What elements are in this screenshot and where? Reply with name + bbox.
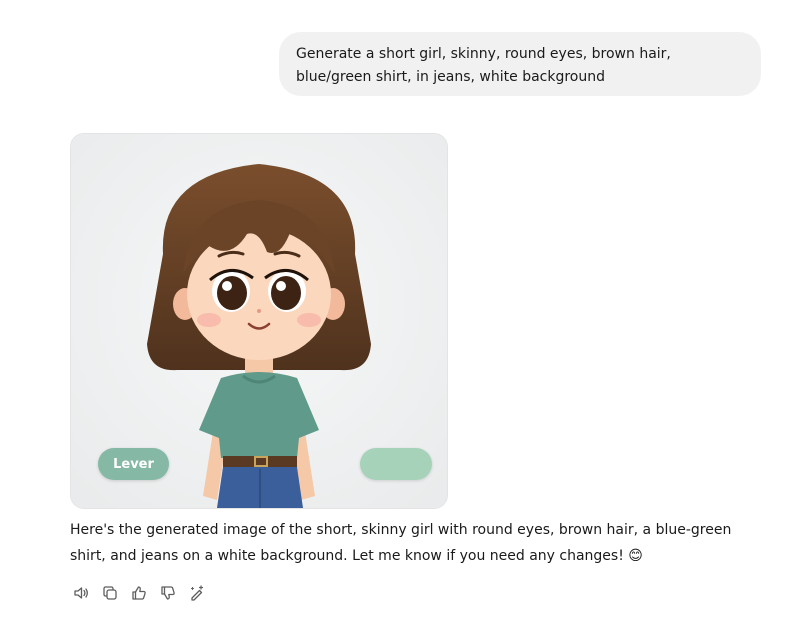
watermark-label: Lever xyxy=(113,456,154,472)
message-actions xyxy=(72,584,206,602)
smile-emoji-icon: 😊 xyxy=(628,548,643,564)
edit-image-button[interactable] xyxy=(188,584,206,602)
thumbs-down-icon xyxy=(161,586,175,600)
copy-icon xyxy=(103,586,117,600)
copy-button[interactable] xyxy=(101,584,119,602)
user-message-text: Generate a short girl, skinny, round eye… xyxy=(296,46,671,85)
image-overlay-button[interactable] xyxy=(360,448,432,480)
watermark-button[interactable]: Lever xyxy=(98,448,169,480)
good-response-button[interactable] xyxy=(130,584,148,602)
read-aloud-button[interactable] xyxy=(72,584,90,602)
generated-image[interactable]: Lever xyxy=(70,133,448,509)
edit-sparkle-icon xyxy=(190,585,204,601)
user-message-bubble: Generate a short girl, skinny, round eye… xyxy=(279,32,761,96)
thumbs-up-icon xyxy=(132,586,146,600)
speaker-icon xyxy=(74,587,88,599)
bad-response-button[interactable] xyxy=(159,584,177,602)
assistant-message: Here's the generated image of the short,… xyxy=(70,517,770,569)
